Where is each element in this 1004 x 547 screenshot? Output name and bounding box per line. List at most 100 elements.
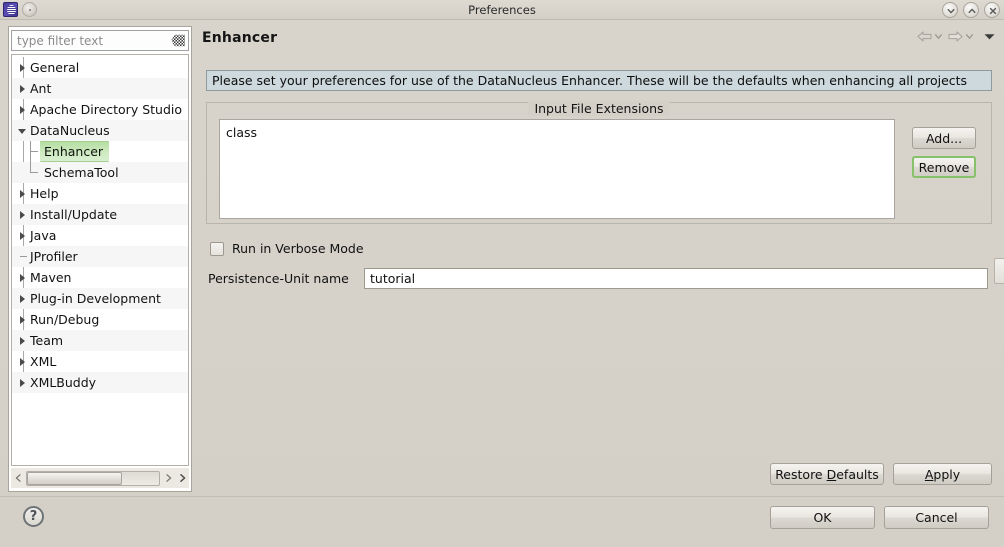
sidebar-item-label: XMLBuddy <box>30 375 97 390</box>
sidebar-item-label: JProfiler <box>30 249 78 264</box>
sidebar-item-java[interactable]: Java <box>12 225 188 246</box>
footer-divider <box>0 496 1004 497</box>
chevron-right-icon[interactable] <box>16 352 30 372</box>
chevron-right-icon[interactable] <box>16 268 30 288</box>
eclipse-icon <box>3 2 18 17</box>
persistence-unit-input[interactable] <box>364 268 988 289</box>
help-button[interactable]: ? <box>23 506 44 527</box>
sidebar-item-maven[interactable]: Maven <box>12 267 188 288</box>
sidebar-item-label: Plug-in Development <box>30 291 161 306</box>
triangle-down-icon <box>984 34 995 40</box>
preferences-dialog: Preferences Ge <box>0 0 1004 547</box>
window-controls <box>942 2 1000 18</box>
sidebar-item-install-update[interactable]: Install/Update <box>12 204 188 225</box>
minimize-button[interactable] <box>942 2 958 18</box>
input-file-extensions-list[interactable]: class <box>219 119 895 219</box>
apply-label: Apply <box>925 467 960 482</box>
sidebar-item-label: XML <box>30 354 57 369</box>
info-banner-text: Please set your preferences for use of t… <box>212 73 968 88</box>
sidebar-item-label: Help <box>30 186 59 201</box>
sidebar-item-general[interactable]: General <box>12 57 188 78</box>
sidebar-item-label: Install/Update <box>30 207 118 222</box>
preferences-navigation-panel: General Ant Apache Directory Studio DataNuc… <box>8 26 192 492</box>
verbose-mode-checkbox[interactable] <box>210 241 224 256</box>
view-menu-button[interactable] <box>983 32 996 41</box>
scroll-right-button[interactable] <box>161 469 175 487</box>
restore-defaults-label: Restore Defaults <box>775 467 879 482</box>
chevron-right-icon[interactable] <box>16 100 30 120</box>
sidebar-item-label: Java <box>30 228 57 243</box>
ok-button-label: OK <box>813 510 832 525</box>
chevron-up-icon <box>968 8 976 14</box>
close-button[interactable] <box>984 2 1000 18</box>
cancel-button[interactable]: Cancel <box>884 506 989 529</box>
scrollbar-track[interactable] <box>26 470 160 486</box>
chevron-right-icon[interactable] <box>16 205 30 225</box>
group-title-text: Input File Extensions <box>528 101 670 116</box>
sidebar-item-apache-directory-studio[interactable]: Apache Directory Studio <box>12 99 188 120</box>
sidebar-item-datanucleus[interactable]: DataNucleus <box>12 120 188 141</box>
window-menu-icon[interactable] <box>22 2 37 17</box>
restore-defaults-mnemonic: D <box>826 466 837 482</box>
tree-horizontal-scrollbar[interactable] <box>11 468 189 488</box>
ok-button[interactable]: OK <box>770 506 875 529</box>
chevron-right-icon[interactable] <box>16 331 30 351</box>
sidebar-item-schematool[interactable]: SchemaTool <box>12 162 188 183</box>
title-bar-left-icons <box>0 2 37 17</box>
sidebar-item-team[interactable]: Team <box>12 330 188 351</box>
sidebar-item-run-debug[interactable]: Run/Debug <box>12 309 188 330</box>
chevron-right-icon[interactable] <box>16 226 30 246</box>
filter-field-wrapper <box>11 30 189 51</box>
scroll-right-end-button[interactable] <box>175 469 189 487</box>
sidebar-item-enhancer[interactable]: Enhancer <box>12 141 188 162</box>
remove-extension-button[interactable]: Remove <box>912 156 976 178</box>
chevron-left-icon <box>15 474 21 482</box>
title-bar: Preferences <box>0 0 1004 20</box>
back-button[interactable] <box>916 30 943 43</box>
preferences-tree[interactable]: General Ant Apache Directory Studio DataNuc… <box>11 54 189 466</box>
list-item[interactable]: class <box>226 124 888 141</box>
scroll-left-button[interactable] <box>11 469 25 487</box>
maximize-button[interactable] <box>963 2 979 18</box>
sidebar-item-ant[interactable]: Ant <box>12 78 188 99</box>
sidebar-item-xmlbuddy[interactable]: XMLBuddy <box>12 372 188 393</box>
persistence-unit-label: Persistence-Unit name <box>208 271 349 286</box>
sidebar-item-label: Maven <box>30 270 72 285</box>
chevron-right-icon[interactable] <box>16 184 30 204</box>
chevron-right-icon[interactable] <box>16 58 30 78</box>
arrow-left-icon <box>917 31 932 42</box>
chevron-down-icon <box>965 34 974 39</box>
chevron-right-icon[interactable] <box>16 310 30 330</box>
chevron-right-icon[interactable] <box>16 373 30 393</box>
sidebar-item-label: DataNucleus <box>30 123 110 138</box>
apply-button[interactable]: Apply <box>893 463 992 485</box>
sidebar-item-label: Enhancer <box>40 141 110 162</box>
sidebar-item-label: General <box>30 60 80 75</box>
verbose-mode-label: Run in Verbose Mode <box>232 241 364 256</box>
question-mark-icon: ? <box>29 509 38 524</box>
tree-leaf-dash-icon <box>16 247 30 267</box>
sidebar-item-help[interactable]: Help <box>12 183 188 204</box>
chevron-right-icon[interactable] <box>16 289 30 309</box>
restore-defaults-pre: Restore <box>775 466 827 482</box>
chevron-right-icon[interactable] <box>16 79 30 99</box>
restore-defaults-post: efaults <box>836 466 879 482</box>
sidebar-item-xml[interactable]: XML <box>12 351 188 372</box>
persistence-unit-row: Persistence-Unit name <box>208 268 988 289</box>
page-navigation-controls <box>916 30 996 43</box>
chevron-down-icon <box>947 8 955 14</box>
sidebar-item-label: Team <box>30 333 64 348</box>
sidebar-item-jprofiler[interactable]: JProfiler <box>12 246 188 267</box>
add-extension-button[interactable]: Add... <box>912 127 976 149</box>
forward-button[interactable] <box>947 30 974 43</box>
filter-input[interactable] <box>11 30 189 51</box>
sidebar-item-plug-in-development[interactable]: Plug-in Development <box>12 288 188 309</box>
chevron-down-icon[interactable] <box>16 121 30 141</box>
restore-defaults-button[interactable]: Restore Defaults <box>770 463 884 485</box>
remove-button-label: Remove <box>918 159 970 175</box>
close-icon <box>989 7 997 15</box>
vertical-scroll-indicator[interactable] <box>994 258 1004 284</box>
scrollbar-thumb[interactable] <box>27 471 123 485</box>
window-title: Preferences <box>468 3 536 17</box>
cancel-button-label: Cancel <box>915 510 958 525</box>
